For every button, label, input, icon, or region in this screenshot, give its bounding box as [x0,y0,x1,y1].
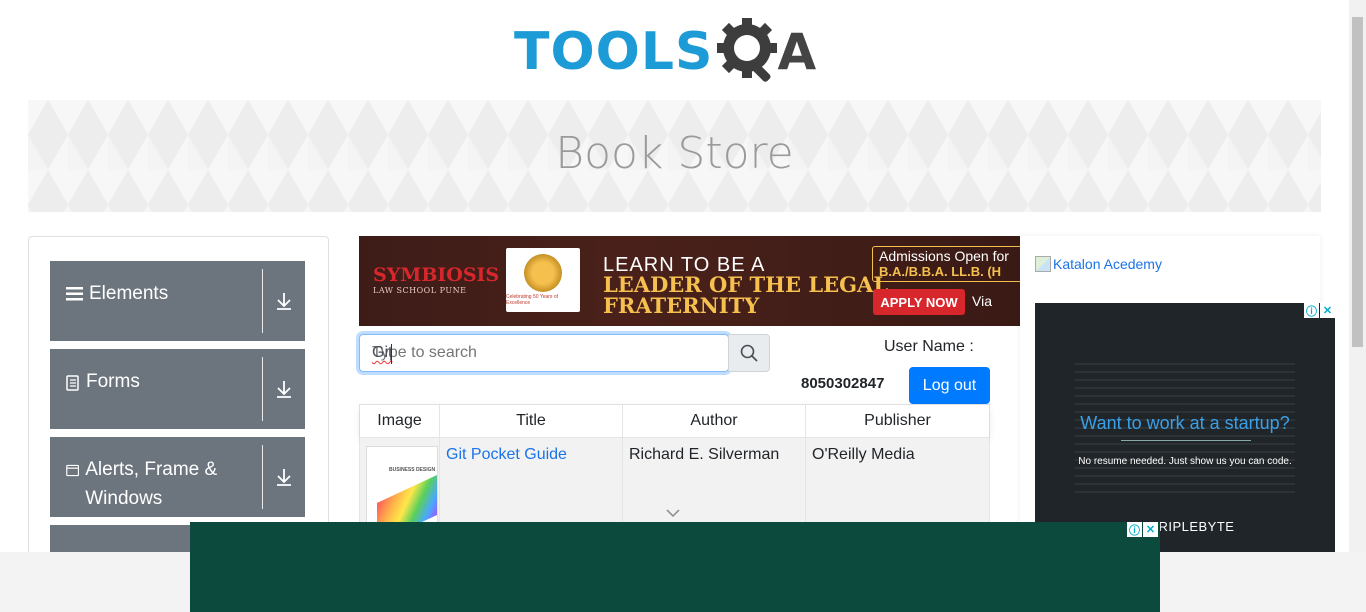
table-header: Image Title Author Publisher [360,405,989,438]
ad-controls: ⓘ ✕ [1127,522,1158,537]
ad-headline: Want to work at a startup? [1080,413,1290,433]
anniversary-badge-icon [524,254,562,292]
download-arrow-icon[interactable] [263,437,305,517]
ad-close-icon[interactable]: ✕ [1143,522,1158,537]
ad-brand: TRIPLEBYTE [1150,519,1235,534]
document-icon [66,375,79,391]
nav-group-forms[interactable]: Forms [50,349,305,429]
ad-close-icon[interactable]: ✕ [1320,303,1335,318]
katalon-ad-link[interactable]: Katalon Acedemy [1035,256,1162,272]
ad-program-text: B.A./B.B.A. LL.B. (H [879,264,1002,279]
text-caret [391,344,392,364]
apply-now-button[interactable]: APPLY NOW [873,289,965,315]
ad-subtext: No resume needed. Just show us you can c… [1078,456,1292,467]
hamburger-icon [66,287,83,301]
ad-badge-text: Celebrating 50 Years of Excellence [506,294,558,306]
user-name-label: User Name : [884,338,974,355]
logo-text: TOOLS [514,22,714,82]
page: TOOLS A Book Store Elements Forms Alerts… [0,0,1366,612]
left-nav-panel: Elements Forms Alerts, Frame & Windows [28,236,329,566]
ad-tagline-line: FRATERNITY [603,293,760,318]
ad-controls: ⓘ ✕ [1304,303,1335,318]
nav-group-elements[interactable]: Elements [50,261,305,341]
chevron-down-icon [666,509,680,518]
ad-tagline: LEADER OF THE LEGAL FRATERNITY [603,274,888,316]
table-row: BUSINESS DESIGN Git Pocket Guide Richard… [360,438,989,535]
search-input[interactable] [359,334,729,372]
book-cover-text: BUSINESS DESIGN [389,467,436,473]
column-header-publisher[interactable]: Publisher [806,405,989,437]
ad-info-icon[interactable]: ⓘ [1304,303,1319,318]
ad-brand: SYMBIOSIS LAW SCHOOL PUNE [373,264,499,295]
logout-button[interactable]: Log out [909,367,990,404]
column-header-author[interactable]: Author [623,405,806,437]
window-icon [66,464,80,477]
broken-image-icon [1035,256,1051,272]
ad-badge: Celebrating 50 Years of Excellence [506,248,580,312]
nav-group-label: Alerts, Frame & Windows [85,459,218,509]
column-header-image[interactable]: Image [360,405,440,437]
bottom-ad-banner[interactable] [190,522,1160,612]
book-cover-image: BUSINESS DESIGN [366,446,438,524]
triplebyte-ad[interactable]: Want to work at a startup? No resume nee… [1035,303,1335,552]
symbiosis-ad[interactable]: SYMBIOSIS LAW SCHOOL PUNE Celebrating 50… [359,236,1020,326]
gear-magnifier-icon [717,18,778,82]
column-header-title[interactable]: Title [440,405,623,437]
download-arrow-icon[interactable] [263,261,305,341]
book-publisher-cell: O'Reilly Media [812,446,915,463]
logo-letter: A [777,23,817,81]
toolsqa-logo[interactable]: TOOLS A [514,14,816,90]
book-title-cell: Git Pocket Guide [440,438,623,535]
ad-brand-name: SYMBIOSIS [373,264,500,286]
ad-brand-sub: LAW SCHOOL PUNE [373,286,467,295]
book-image-cell: BUSINESS DESIGN [360,438,440,535]
ad-admissions-text: Admissions Open for [879,248,1009,264]
page-banner: Book Store [28,100,1321,212]
katalon-ad-text: Katalon Acedemy [1053,256,1162,272]
page-title: Book Store [555,128,794,179]
divider [1121,440,1251,441]
book-author-cell: Richard E. Silverman [623,438,806,535]
search-icon [740,344,758,362]
scrollbar-thumb[interactable] [1352,17,1363,347]
nav-group-label: Forms [86,371,140,392]
ad-admissions: Admissions Open for B.A./B.B.A. LL.B. (H [872,246,1020,282]
ad-info-icon[interactable]: ⓘ [1127,522,1142,537]
book-title-link[interactable]: Git Pocket Guide [446,446,567,463]
user-name-value: 8050302847 [801,375,885,392]
nav-group-alerts[interactable]: Alerts, Frame & Windows [50,437,305,517]
ad-tagline-line: LEADER OF THE LEGAL [603,272,889,297]
download-arrow-icon[interactable] [263,349,305,429]
nav-group-label: Elements [89,283,169,304]
search-button[interactable] [728,334,770,372]
ad-via-text: Via [972,293,992,309]
